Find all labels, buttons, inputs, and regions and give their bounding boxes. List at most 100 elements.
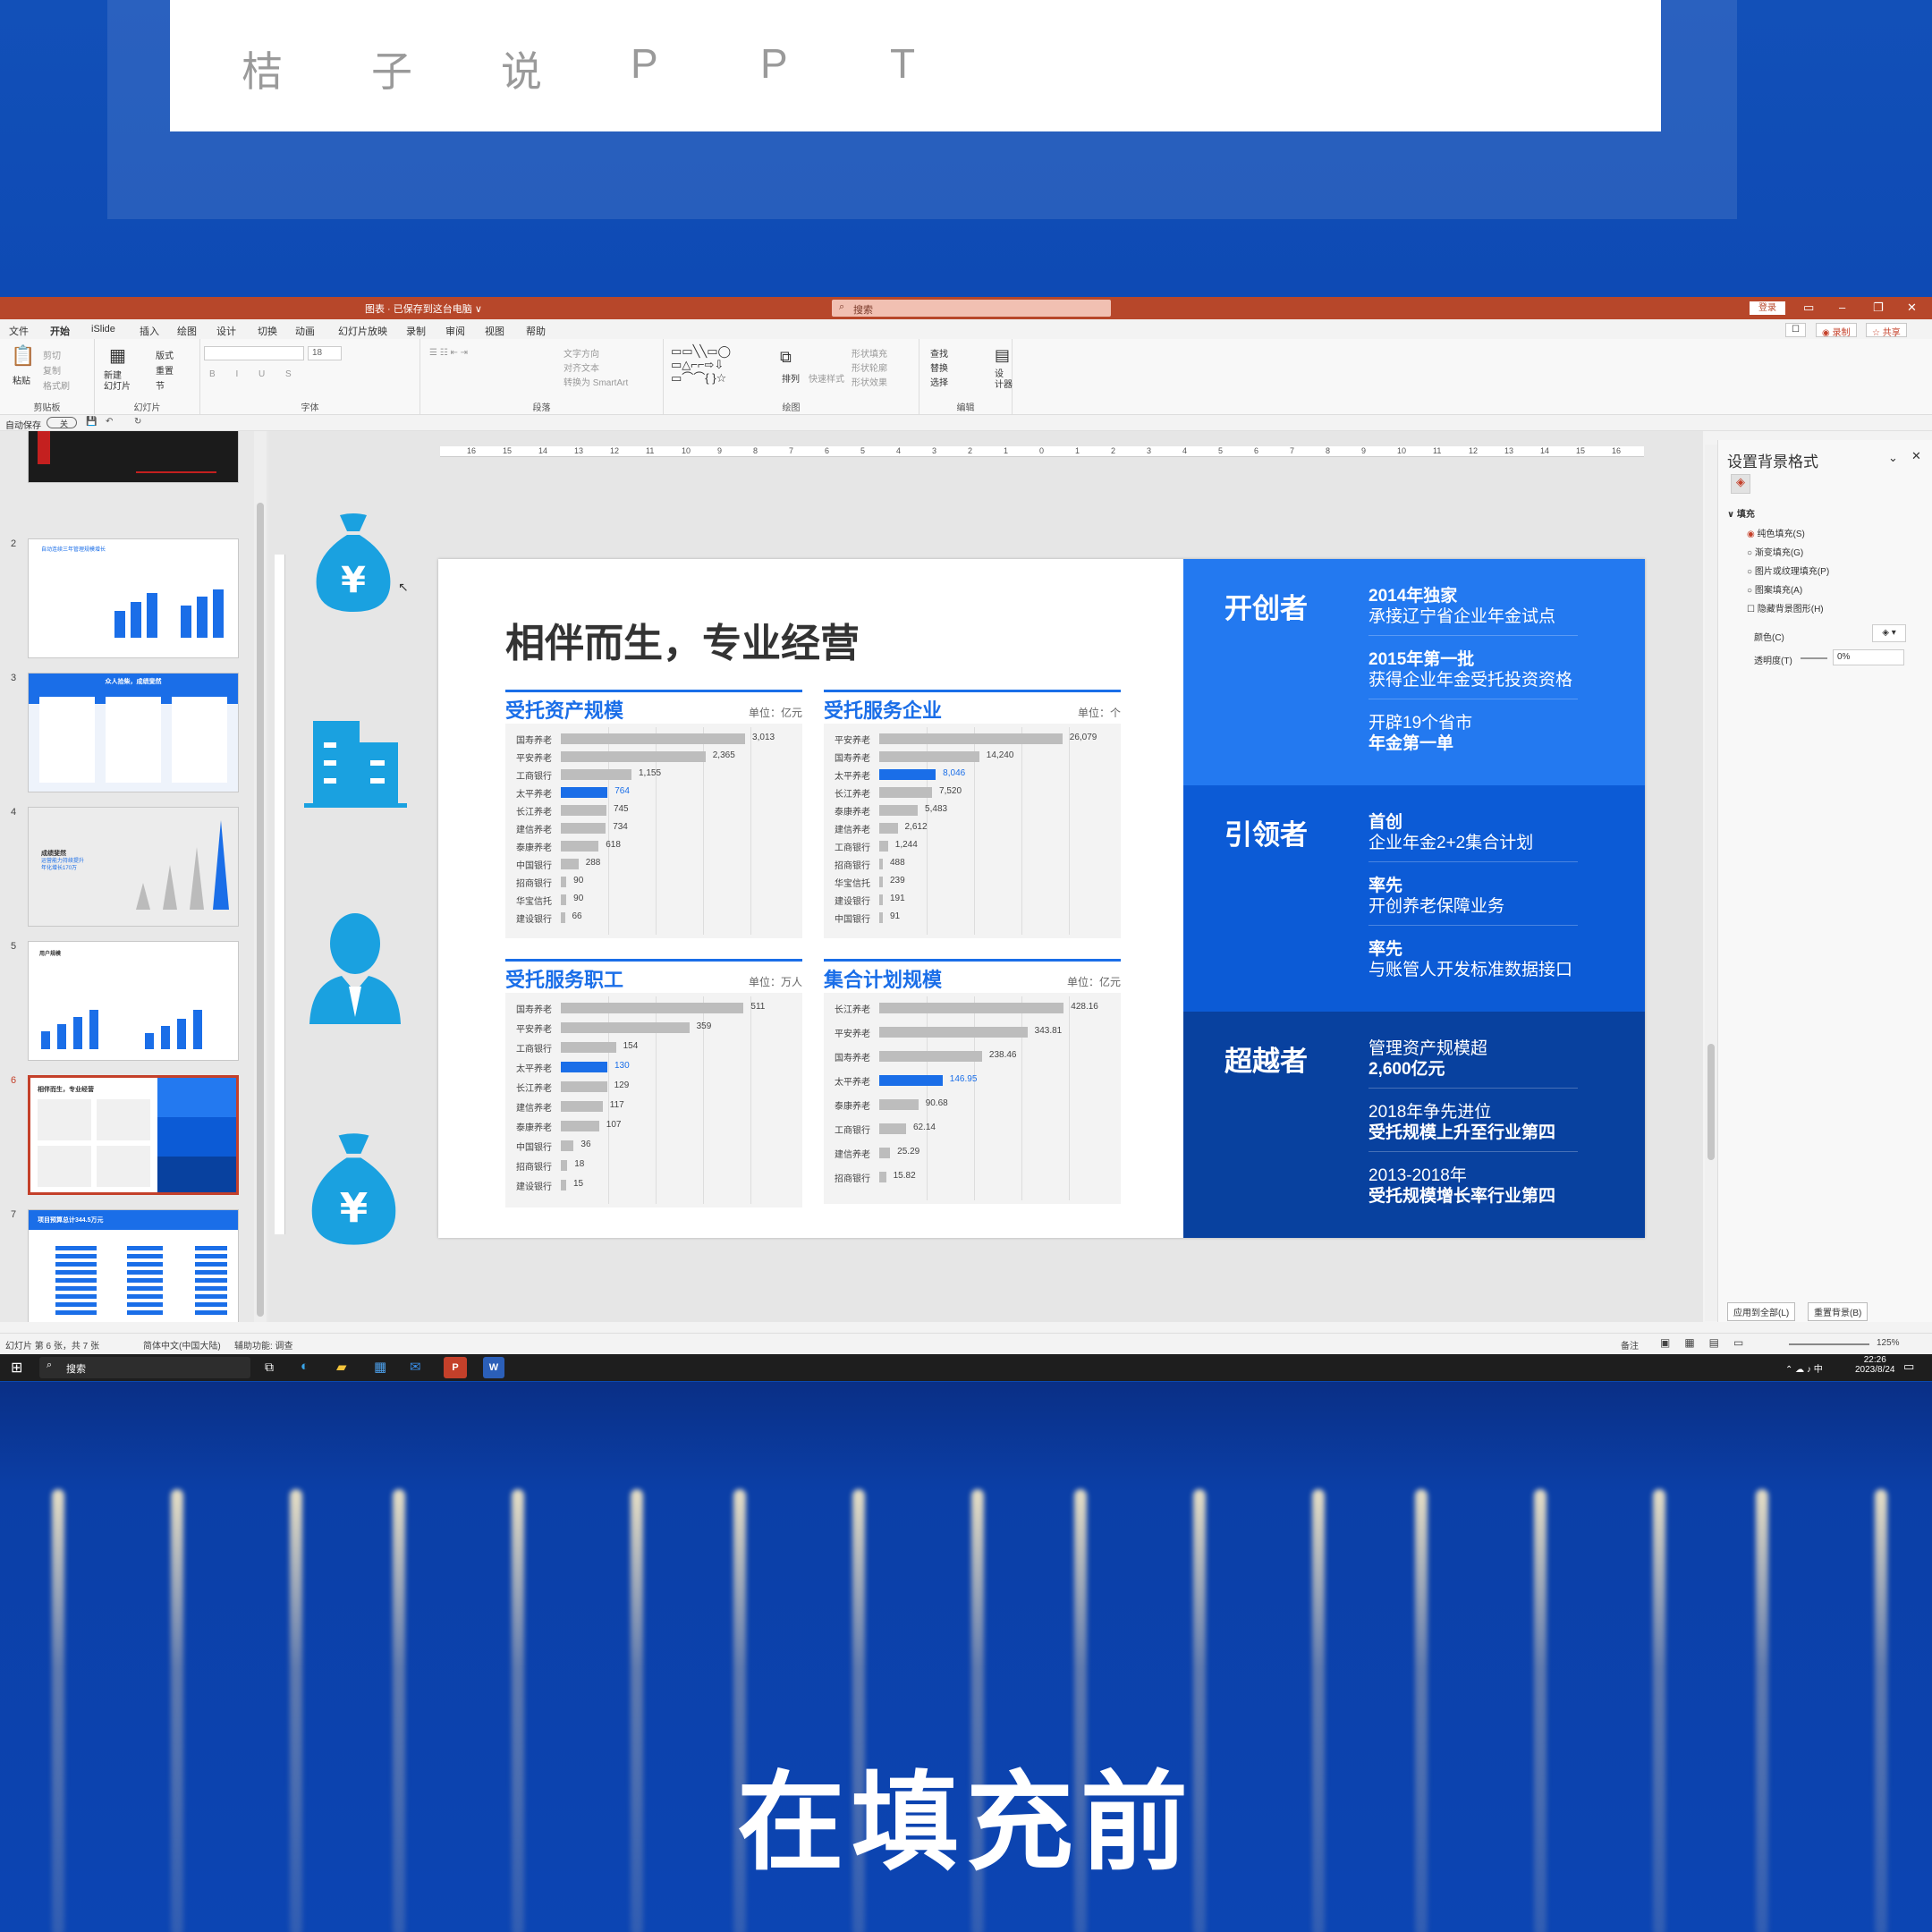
color-picker-button[interactable]: ◈ ▾ bbox=[1872, 624, 1906, 642]
fill-option-picture[interactable]: ○ 图片或纹理填充(P) bbox=[1747, 564, 1829, 577]
cut-button[interactable]: 剪切 bbox=[43, 348, 61, 361]
block-item: 开辟19个省市 年金第一单 bbox=[1368, 713, 1578, 762]
bar bbox=[561, 1160, 568, 1171]
zoom-level[interactable]: 125% bbox=[1877, 1338, 1900, 1348]
text-direction-button[interactable]: 文字方向 bbox=[564, 346, 599, 360]
minimize-icon[interactable]: – bbox=[1839, 301, 1845, 314]
canvas-scrollbar[interactable] bbox=[1705, 445, 1717, 1321]
windows-start-icon[interactable]: ⊞ bbox=[11, 1359, 22, 1377]
smartart-button[interactable]: 转换为 SmartArt bbox=[564, 375, 628, 388]
align-text-button[interactable]: 对齐文本 bbox=[564, 360, 599, 374]
clock[interactable]: 22:26 2023/8/24 bbox=[1855, 1355, 1895, 1375]
edge-icon[interactable]: ◐ bbox=[301, 1359, 309, 1374]
grid-line bbox=[1021, 727, 1022, 935]
designer-icon[interactable]: ▤ bbox=[995, 346, 1010, 365]
zoom-slider[interactable] bbox=[1789, 1343, 1869, 1345]
replace-button[interactable]: 替换 bbox=[930, 360, 948, 374]
close-icon[interactable]: ✕ bbox=[1907, 301, 1917, 315]
font-style-buttons[interactable]: B I U S bbox=[209, 369, 301, 379]
designer-button[interactable]: 设 计器 bbox=[995, 369, 1013, 391]
share-button[interactable]: ☆ 共享 bbox=[1866, 323, 1907, 338]
shape-fill-button[interactable]: 形状填充 bbox=[852, 346, 887, 360]
system-tray-icons[interactable]: ⌃ ☁ ♪ 中 bbox=[1785, 1361, 1823, 1375]
thumbnail-slide-2[interactable]: 自动连续三年管理规模增长 bbox=[28, 538, 239, 658]
find-button[interactable]: 查找 bbox=[930, 346, 948, 360]
close-pane-icon[interactable]: ✕ bbox=[1911, 449, 1921, 463]
shapes-gallery-icon[interactable]: ▭▭╲╲▭◯ ▭△⌐⌐⇨⇩ ▭⌒⌒{ }☆ bbox=[671, 344, 769, 385]
shape-outline-button[interactable]: 形状轮廓 bbox=[852, 360, 887, 374]
slide[interactable]: 相伴而生，专业经营 受托资产规模 单位：亿元 国寿养老 3,013 平安养老 2,365… bbox=[438, 559, 1645, 1238]
apply-all-button[interactable]: 应用到全部(L) bbox=[1727, 1302, 1796, 1321]
layout-button[interactable]: 版式 bbox=[156, 348, 174, 361]
bar bbox=[879, 1172, 886, 1182]
view-buttons[interactable]: ▣▦▤▭ bbox=[1660, 1336, 1758, 1349]
save-icon[interactable]: 💾 bbox=[86, 417, 97, 427]
quick-styles-button[interactable]: 快速样式 bbox=[809, 371, 844, 385]
notes-button[interactable]: 备注 bbox=[1621, 1338, 1639, 1352]
word-taskbar-icon[interactable]: W bbox=[483, 1357, 504, 1378]
color-label: 颜色(C) bbox=[1754, 633, 1784, 643]
font-size-input[interactable]: 18 bbox=[308, 346, 342, 360]
new-slide-button[interactable]: 新建 幻灯片 bbox=[104, 371, 131, 393]
autosave-toggle[interactable]: 关 bbox=[47, 417, 77, 428]
language[interactable]: 简体中文(中国大陆) bbox=[143, 1338, 221, 1352]
store-icon[interactable]: ▦ bbox=[374, 1359, 386, 1375]
thumbnail-scrollbar[interactable] bbox=[254, 431, 267, 1322]
comments-icon[interactable]: ☐ bbox=[1785, 323, 1806, 337]
format-painter-button[interactable]: 格式刷 bbox=[43, 378, 70, 392]
record-button[interactable]: ◉ 录制 bbox=[1816, 323, 1857, 338]
new-slide-icon[interactable]: ▦ bbox=[109, 344, 126, 367]
building-icon[interactable] bbox=[304, 716, 407, 814]
fill-option-pattern[interactable]: ○ 图案填充(A) bbox=[1747, 582, 1802, 596]
login-button[interactable]: 登录 bbox=[1750, 301, 1785, 315]
ribbon-display-icon[interactable]: ▭ bbox=[1803, 301, 1814, 315]
thumbnail-number: 6 bbox=[11, 1075, 17, 1086]
taskbar-search[interactable]: ⌕ 搜索 bbox=[39, 1357, 250, 1378]
thumbnail-slide-4[interactable]: 成绩斐然 运营能力持续提升 年化增长170万 bbox=[28, 807, 239, 927]
maximize-icon[interactable]: ❐ bbox=[1873, 301, 1884, 315]
bar-value: 8,046 bbox=[943, 768, 966, 778]
bullets-icon[interactable]: ☰ ☷ ⇤ ⇥ bbox=[429, 348, 468, 358]
thumbnail-slide-5[interactable]: 用户规模 bbox=[28, 941, 239, 1061]
money-bag-icon[interactable]: ¥ bbox=[313, 512, 394, 619]
powerpoint-taskbar-icon[interactable]: P bbox=[444, 1357, 467, 1378]
copy-button[interactable]: 复制 bbox=[43, 363, 61, 377]
thumbnail-title: 众人拾柴，成绩斐然 bbox=[105, 679, 162, 685]
font-name-input[interactable] bbox=[204, 346, 304, 360]
transparency-slider[interactable] bbox=[1801, 657, 1827, 659]
fill-section[interactable]: ∨ 填充 bbox=[1727, 506, 1755, 520]
hide-background-checkbox[interactable]: ☐ 隐藏背景图形(H) bbox=[1747, 601, 1824, 614]
select-button[interactable]: 选择 bbox=[930, 375, 948, 388]
mail-icon[interactable]: ✉ bbox=[410, 1359, 421, 1375]
group-label: 段落 bbox=[532, 403, 551, 413]
fill-option-solid[interactable]: ◉ 纯色填充(S) bbox=[1747, 526, 1805, 539]
ruler-tick: 4 bbox=[896, 446, 902, 455]
thumbnail-slide-3[interactable]: 众人拾柴，成绩斐然 bbox=[28, 673, 239, 792]
fill-option-gradient[interactable]: ○ 渐变填充(G) bbox=[1747, 545, 1803, 558]
thumbnail-slide-1[interactable] bbox=[28, 431, 239, 483]
transparency-input[interactable]: 0% bbox=[1833, 649, 1904, 665]
paste-icon[interactable]: 📋 bbox=[11, 344, 35, 368]
reset-button[interactable]: 重置 bbox=[156, 363, 174, 377]
money-bag-icon[interactable]: ¥ bbox=[302, 1131, 405, 1252]
accessibility[interactable]: 辅助功能: 调查 bbox=[234, 1338, 293, 1352]
chevron-down-icon[interactable]: ⌄ bbox=[1888, 451, 1898, 465]
section-button[interactable]: 节 bbox=[156, 378, 165, 392]
arrange-icon[interactable]: ⧉ bbox=[780, 348, 792, 367]
file-explorer-icon[interactable]: ▰ bbox=[336, 1359, 347, 1375]
shape-effects-button[interactable]: 形状效果 bbox=[852, 375, 887, 388]
thumbnail-slide-6[interactable]: 相伴而生，专业经营 bbox=[28, 1075, 239, 1195]
person-icon[interactable] bbox=[302, 910, 408, 1030]
reset-background-button[interactable]: 重置背景(B) bbox=[1808, 1302, 1868, 1321]
undo-icon[interactable]: ↶ bbox=[106, 417, 113, 427]
search-input[interactable]: ⌕ 搜索 bbox=[832, 300, 1111, 317]
fill-bucket-icon[interactable]: ◈ bbox=[1731, 474, 1750, 494]
bar bbox=[879, 894, 883, 905]
paste-button[interactable]: 粘贴 bbox=[13, 373, 30, 386]
thumbnail-slide-7[interactable]: 项目预算总计344.5万元 bbox=[28, 1209, 239, 1322]
notification-icon[interactable]: ▭ bbox=[1903, 1360, 1914, 1374]
bar-value: 15.82 bbox=[893, 1171, 916, 1181]
task-view-icon[interactable]: ⧉ bbox=[265, 1360, 274, 1375]
redo-icon[interactable]: ↻ bbox=[134, 417, 141, 427]
arrange-button[interactable]: 排列 bbox=[782, 371, 800, 385]
